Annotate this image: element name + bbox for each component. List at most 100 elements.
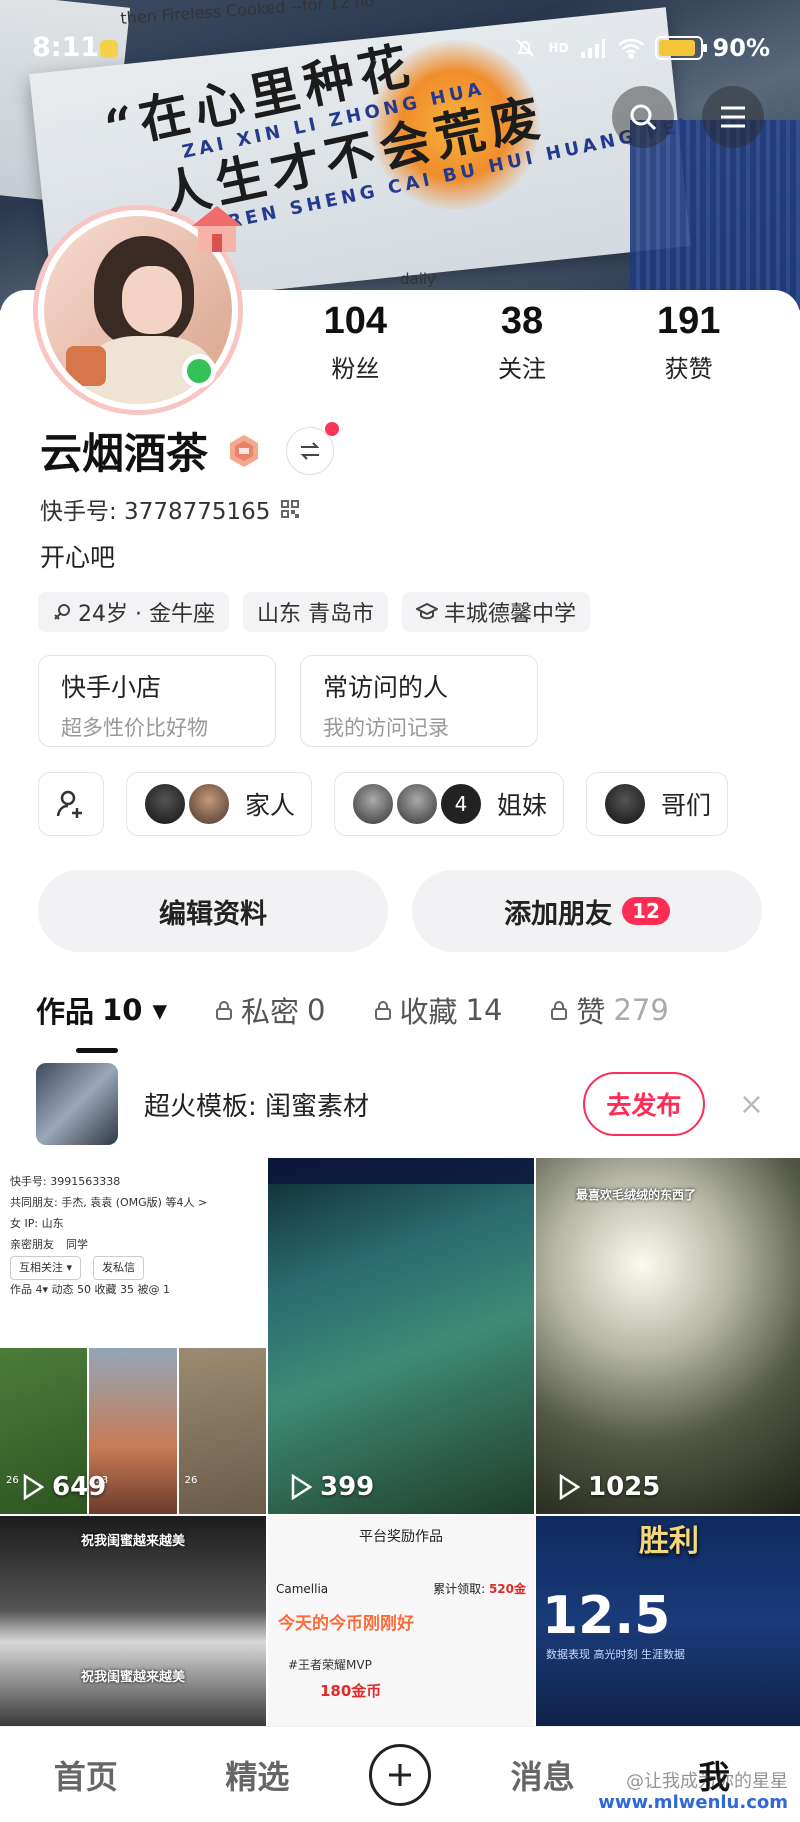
tab-favorites[interactable]: 收藏 14	[374, 989, 502, 1031]
tab-likes[interactable]: 赞 279	[550, 989, 669, 1031]
switch-account-button[interactable]	[286, 421, 340, 475]
group-more-count: 4	[439, 782, 484, 826]
banner-scrap-daily: daily	[400, 270, 436, 288]
play-icon	[23, 1474, 44, 1500]
publish-button[interactable]: 去发布	[582, 1072, 705, 1136]
work-item[interactable]: 快手号: 3991563338 共同朋友: 手杰, 袁袁 (OMG版) 等4人 …	[0, 1158, 266, 1514]
status-bar: 8:11 HD 90%	[0, 28, 800, 76]
battery-fill	[658, 40, 695, 56]
stat-likes-count: 191	[656, 300, 721, 342]
kuaishou-id-row[interactable]: 快手号: 3778775165	[40, 492, 300, 526]
profile-name: 云烟酒茶	[40, 429, 209, 478]
name-row: 云烟酒茶	[40, 420, 340, 481]
shortcut-cards: 快手小店 超多性价比好物 常访问的人 我的访问记录	[38, 655, 538, 747]
watermark: @让我成为你的星星 www.mlwenlu.com	[598, 1771, 788, 1814]
lock-icon	[551, 1001, 568, 1020]
watermark-url: www.mlwenlu.com	[598, 1792, 788, 1814]
stat-fans[interactable]: 104 粉丝	[280, 300, 430, 384]
work-item[interactable]: 胜利 12.5 数据表现 高光时刻 生涯数据	[536, 1516, 800, 1726]
mini-chip2: 同学	[66, 1237, 88, 1251]
tab-private-count: 0	[307, 993, 326, 1027]
add-group-button[interactable]	[38, 772, 104, 836]
works-grid: 快手号: 3991563338 共同朋友: 手杰, 袁袁 (OMG版) 等4人 …	[0, 1158, 800, 1726]
nav-home[interactable]: 首页	[26, 1752, 146, 1798]
graduation-cap-icon	[415, 602, 438, 620]
tab-works[interactable]: 作品 10 ▾	[36, 989, 167, 1053]
tab-private[interactable]: 私密 0	[215, 989, 326, 1031]
battery-icon	[654, 36, 707, 60]
add-friend-count-badge: 12	[622, 897, 670, 925]
work-item[interactable]: 祝我闺蜜越来越美 祝我闺蜜越来越美	[0, 1516, 266, 1726]
menu-button[interactable]	[702, 86, 764, 148]
shortcut-shop-sub: 超多性价比好物	[61, 716, 208, 740]
mute-bell-icon	[511, 36, 539, 60]
group-sisters[interactable]: 4 姐妹	[334, 772, 565, 836]
close-icon[interactable]: ×	[739, 1087, 764, 1122]
tab-private-label: 私密	[241, 995, 300, 1029]
play-count-value: 649	[52, 1472, 107, 1502]
template-thumbnail[interactable]	[36, 1063, 118, 1145]
tag-school[interactable]: 丰城德馨中学	[401, 592, 590, 632]
reward-tag: #王者荣耀MVP	[288, 1658, 372, 1672]
tag-age[interactable]: 24岁 · 金牛座	[38, 592, 229, 632]
avatar-face	[122, 266, 182, 334]
search-icon	[630, 104, 657, 131]
play-count-value: 1025	[588, 1472, 661, 1502]
qr-code-icon[interactable]	[280, 499, 300, 519]
signal-icon	[579, 36, 607, 60]
work-item[interactable]: 399	[268, 1158, 534, 1514]
mini-ip-line: 女 IP: 山东	[10, 1216, 64, 1230]
reward-user: Camellia	[276, 1581, 329, 1596]
reward-row: Camellia 累计领取: 520金	[268, 1546, 534, 1597]
hd-label: HD	[548, 41, 569, 55]
tag-location-label: 山东 青岛市	[256, 602, 374, 627]
group-avatar	[187, 782, 231, 826]
group-avatar	[603, 782, 648, 826]
add-friend-button[interactable]: 添加朋友 12	[412, 870, 762, 952]
tag-location[interactable]: 山东 青岛市	[242, 592, 388, 632]
tab-likes-count: 279	[613, 993, 669, 1027]
group-family[interactable]: 家人	[126, 772, 313, 836]
nav-messages[interactable]: 消息	[483, 1752, 603, 1798]
stat-likes[interactable]: 191 获赞	[614, 300, 764, 384]
group-family-label: 家人	[245, 791, 296, 820]
info-tags: 24岁 · 金牛座 山东 青岛市 丰城德馨中学	[38, 592, 590, 632]
mini-chip1: 亲密朋友	[10, 1237, 54, 1251]
female-icon	[54, 604, 70, 620]
shortcut-shop[interactable]: 快手小店 超多性价比好物	[38, 655, 276, 747]
group-avatar	[351, 782, 396, 826]
tab-likes-label: 赞	[576, 995, 606, 1029]
add-friend-label: 添加朋友	[504, 898, 613, 930]
level-badge-icon[interactable]	[226, 433, 262, 469]
avatar-plant	[66, 346, 106, 386]
group-avatar	[395, 782, 440, 826]
banner-scrap-text: then Fireless Cooked --for 12 ho	[119, 0, 375, 28]
work-item[interactable]: 平台奖励作品 Camellia 累计领取: 520金 今天的今币刚刚好 #王者荣…	[268, 1516, 534, 1726]
search-button[interactable]	[612, 86, 674, 148]
lock-icon	[374, 1001, 391, 1020]
group-avatar	[143, 782, 187, 826]
match-stat-tabs: 数据表现 高光时刻 生涯数据	[546, 1648, 685, 1661]
create-button[interactable]	[368, 1743, 431, 1806]
template-text[interactable]: 超火模板: 闺蜜素材	[144, 1086, 583, 1123]
status-right: HD 90%	[511, 34, 770, 62]
hamburger-menu-icon	[721, 106, 745, 128]
stat-following-label: 关注	[497, 355, 546, 383]
shortcut-visitors-sub: 我的访问记录	[323, 716, 449, 740]
stat-following[interactable]: 38 关注	[447, 300, 597, 384]
bio: 开心吧	[40, 543, 116, 572]
work-item[interactable]: 最喜欢毛绒绒的东西了 1025	[536, 1158, 800, 1514]
stat-likes-label: 获赞	[664, 355, 713, 383]
play-count: 1025	[558, 1472, 660, 1502]
edit-profile-button[interactable]: 编辑资料	[38, 870, 388, 952]
video-caption: 最喜欢毛绒绒的东西了	[576, 1188, 697, 1202]
watermark-handle: @让我成为你的星星	[626, 1770, 788, 1792]
mini-btn1: 互相关注 ▾	[10, 1255, 82, 1281]
shortcut-visitors[interactable]: 常访问的人 我的访问记录	[300, 655, 538, 747]
tab-works-label: 作品	[36, 995, 95, 1029]
nav-featured[interactable]: 精选	[197, 1752, 317, 1798]
stat-fans-label: 粉丝	[331, 355, 380, 383]
group-brothers[interactable]: 哥们	[586, 772, 729, 836]
group-brothers-label: 哥们	[661, 791, 712, 820]
stat-following-count: 38	[500, 300, 544, 342]
